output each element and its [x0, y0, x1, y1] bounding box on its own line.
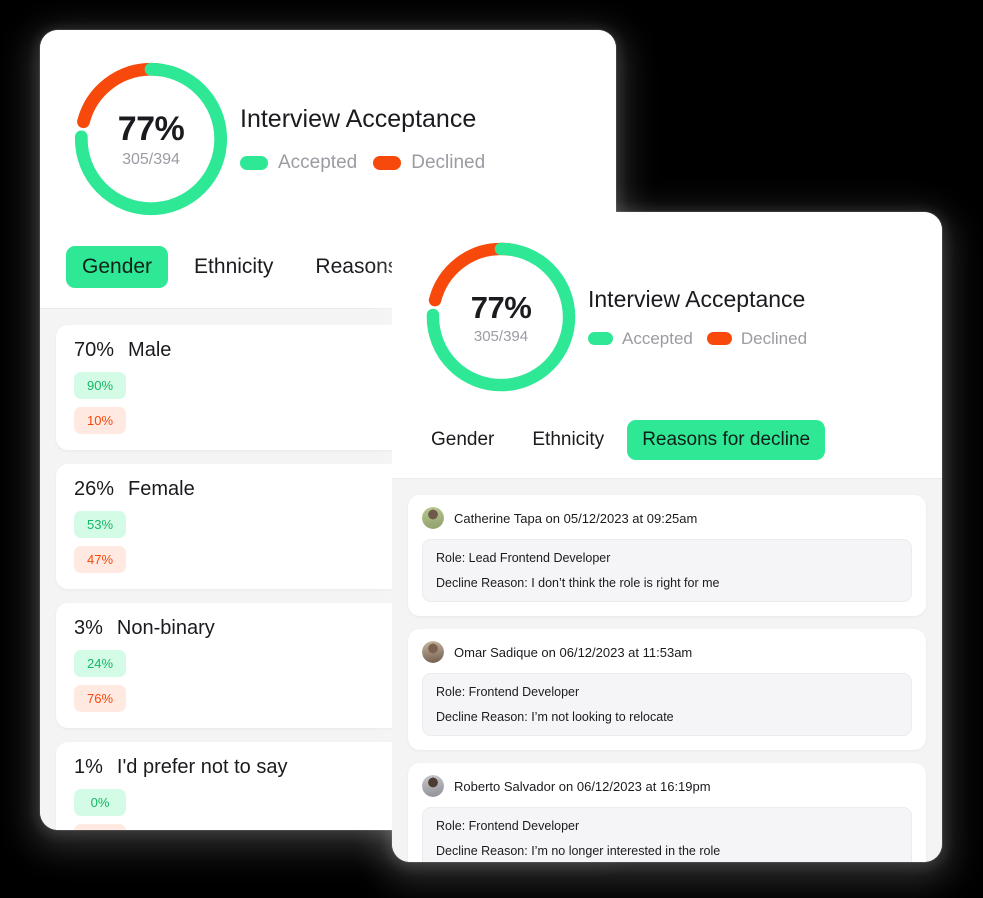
card-title: Interview Acceptance [588, 285, 806, 312]
legend-item-accepted: Accepted [240, 152, 357, 174]
reasons-for-decline-card: 77% 305/394 Interview Acceptance Accepte… [392, 212, 942, 862]
acceptance-donut-chart: 77% 305/394 [66, 54, 236, 224]
bar-value-accepted: 0% [74, 789, 126, 816]
reason-detail: Role: Lead Frontend Developer Decline Re… [422, 539, 912, 602]
list-item[interactable]: Omar Sadique on 06/12/2023 at 11:53am Ro… [408, 629, 926, 750]
avatar-catherine-tapa [422, 507, 444, 529]
legend-dot-accepted [588, 332, 613, 345]
donut-percent-label: 77% [470, 289, 532, 325]
bar-value-accepted: 24% [74, 650, 126, 677]
legend-label-declined: Declined [411, 151, 486, 173]
tab-ethnicity[interactable]: Ethnicity [178, 246, 289, 288]
legend-item-declined: Declined [706, 328, 808, 349]
gender-label: Male [128, 339, 172, 361]
gender-share: 1% [74, 756, 103, 778]
reason-meta: Omar Sadique on 06/12/2023 at 11:53am [454, 644, 693, 660]
reason-meta: Catherine Tapa on 05/12/2023 at 09:25am [454, 510, 698, 526]
legend-dot-accepted [240, 155, 268, 170]
reason-detail: Role: Frontend Developer Decline Reason:… [422, 807, 912, 862]
reason-meta: Roberto Salvador on 06/12/2023 at 16:19p… [454, 778, 711, 794]
bar-value-declined: 100% [74, 824, 126, 830]
bar-value-declined: 10% [74, 407, 126, 434]
donut-percent-label: 77% [117, 109, 185, 148]
breakdown-tabs: Gender Ethnicity Reasons for decline [392, 400, 942, 478]
tab-gender[interactable]: Gender [416, 420, 509, 460]
tab-reasons-for-decline[interactable]: Reasons for decline [627, 420, 826, 460]
list-item[interactable]: Roberto Salvador on 06/12/2023 at 16:19p… [408, 763, 926, 862]
chart-legend: Accepted Declined [588, 329, 807, 349]
reason-text: Decline Reason: I’m no longer interested… [436, 844, 721, 858]
donut-fraction-label: 305/394 [473, 327, 529, 345]
legend-label-declined: Declined [740, 328, 808, 348]
bar-value-accepted: 90% [74, 372, 126, 399]
bar-value-declined: 47% [74, 546, 126, 573]
reason-text: Decline Reason: I don’t think the role i… [436, 576, 720, 590]
gender-share: 3% [74, 617, 103, 639]
legend-item-accepted: Accepted [588, 329, 693, 349]
gender-label: I'd prefer not to say [116, 756, 288, 778]
reason-detail: Role: Frontend Developer Decline Reason:… [422, 673, 912, 736]
legend-label-accepted: Accepted [278, 151, 358, 173]
gender-label: Non-binary [116, 617, 215, 639]
bar-value-accepted: 53% [74, 511, 126, 538]
card-title: Interview Acceptance [240, 104, 477, 133]
reason-role: Role: Frontend Developer [436, 819, 580, 833]
tab-gender[interactable]: Gender [66, 246, 169, 288]
legend-dot-declined [706, 332, 732, 345]
screenshot-stage: 77% 305/394 Interview Acceptance Accepte… [0, 0, 983, 898]
avatar-omar-sadique [422, 641, 444, 663]
card-header: 77% 305/394 Interview Acceptance Accepte… [392, 212, 942, 479]
bar-value-declined: 76% [74, 685, 126, 712]
list-item[interactable]: Catherine Tapa on 05/12/2023 at 09:25am … [408, 495, 926, 616]
legend-item-declined: Declined [373, 152, 485, 174]
avatar-roberto-salvador [422, 775, 444, 797]
chart-legend: Accepted Declined [240, 152, 485, 174]
donut-fraction-label: 305/394 [122, 150, 180, 168]
acceptance-donut-chart: 77% 305/394 [418, 234, 584, 400]
tab-ethnicity[interactable]: Ethnicity [517, 420, 619, 460]
legend-label-accepted: Accepted [622, 328, 693, 348]
reason-role: Role: Lead Frontend Developer [436, 551, 611, 565]
reason-role: Role: Frontend Developer [436, 685, 580, 699]
gender-share: 70% [74, 339, 115, 361]
reason-text: Decline Reason: I’m not looking to reloc… [436, 710, 674, 724]
legend-dot-declined [373, 155, 402, 170]
gender-share: 26% [74, 478, 115, 500]
gender-label: Female [128, 478, 195, 500]
decline-reasons-list: Catherine Tapa on 05/12/2023 at 09:25am … [392, 479, 942, 862]
